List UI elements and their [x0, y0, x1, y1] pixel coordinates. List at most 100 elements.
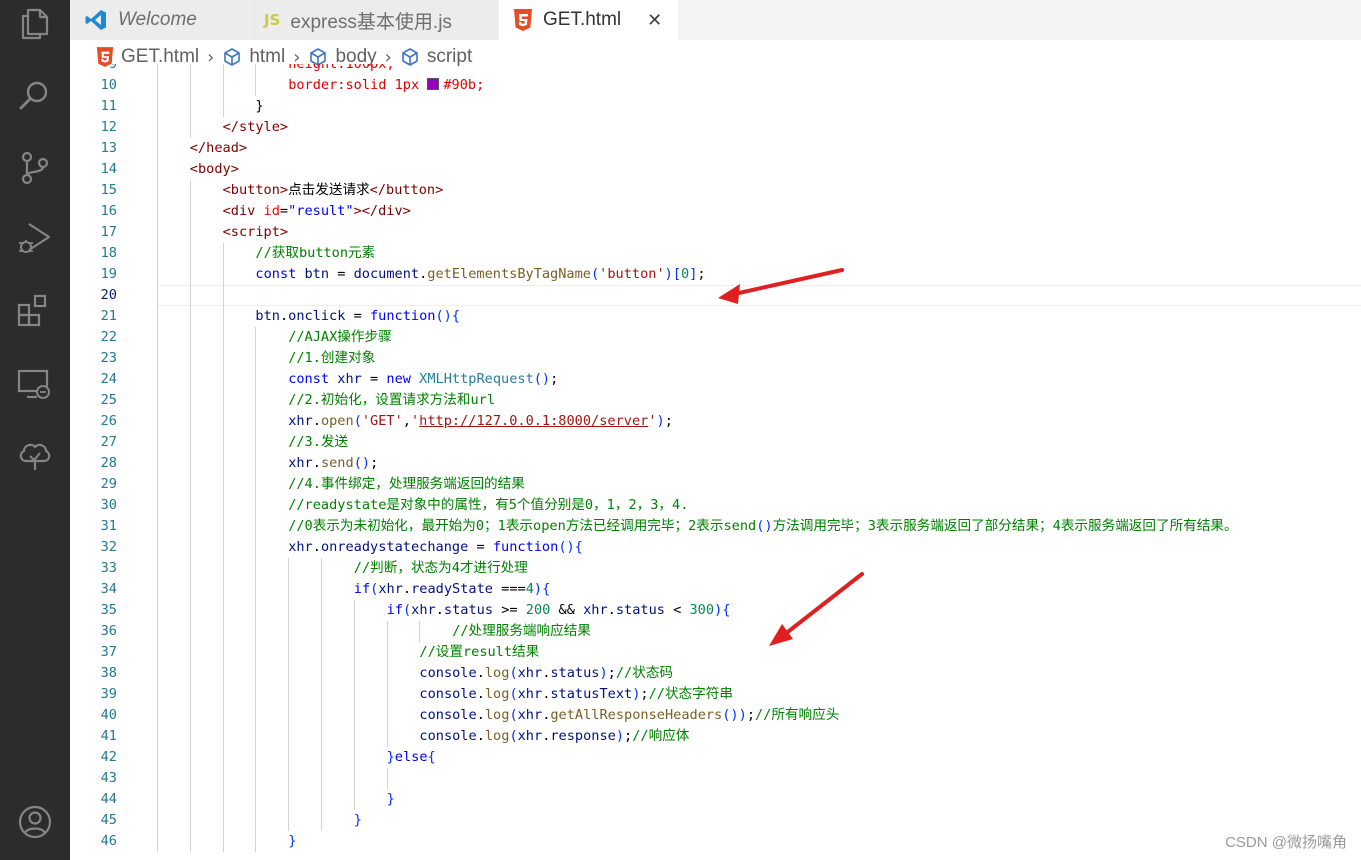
indent-guide	[222, 810, 224, 831]
explorer-icon[interactable]	[15, 4, 55, 44]
remote-explorer-icon[interactable]	[15, 364, 55, 404]
indent-guide	[255, 642, 257, 663]
code-token: )	[664, 266, 673, 282]
code-text: console.log(xhr.response);//响应体	[419, 726, 689, 747]
indent-guide	[189, 768, 191, 789]
code-token: {	[427, 749, 436, 765]
tree-icon[interactable]	[15, 436, 55, 476]
indent-guide	[288, 747, 290, 768]
code-line[interactable]: 13 </head>	[70, 138, 1361, 159]
code-line[interactable]: 14 <body>	[70, 159, 1361, 180]
code-line[interactable]: 36 //处理服务端响应结果	[70, 621, 1361, 642]
line-number: 23	[100, 350, 117, 366]
code-line[interactable]: 42}else{	[70, 747, 1361, 768]
tab-welcome[interactable]: Welcome	[70, 0, 250, 40]
code-line[interactable]: 12 </style>	[70, 117, 1361, 138]
code-line[interactable]: 39 console.log(xhr.statusText);//状态字符串	[70, 684, 1361, 705]
code-token: getAllResponseHeaders	[550, 707, 723, 723]
code-line[interactable]: 24 const xhr = new XMLHttpRequest();	[70, 369, 1361, 390]
code-token: xhr	[517, 686, 543, 702]
indent-guide	[189, 831, 191, 852]
code-line[interactable]: 29 //4.事件绑定，处理服务端返回的结果	[70, 474, 1361, 495]
code-line[interactable]: 40 console.log(xhr.getAllResponseHeaders(…	[70, 705, 1361, 726]
code-token: function	[492, 539, 559, 555]
code-token: //所有响应头	[755, 707, 840, 723]
indent-guide	[189, 474, 191, 495]
code-line[interactable]: 44}	[70, 789, 1361, 810]
indent-guide	[189, 642, 191, 663]
code-token: console	[419, 728, 477, 744]
code-line[interactable]: 16 <div id="result"></div>	[70, 201, 1361, 222]
indent-guide	[189, 579, 191, 600]
indent-guide	[255, 684, 257, 705]
indent-guide	[255, 600, 257, 621]
code-line[interactable]: 28 xhr.send();	[70, 453, 1361, 474]
code-line[interactable]: 41 console.log(xhr.response);//响应体	[70, 726, 1361, 747]
code-token: 方法调用完毕；3表示服务端返回了部分结果；4表示服务端返回了所有结果。	[772, 518, 1238, 534]
code-editor[interactable]: 9 height:100px; 10 border:solid 1px #90b; 11…	[70, 64, 1361, 860]
tab-express[interactable]: JS express基本使用.js	[250, 0, 499, 40]
code-line[interactable]: 30 //readystate是对象中的属性，有5个值分别是0，1，2，3，4.	[70, 495, 1361, 516]
code-line[interactable]: 10 border:solid 1px #90b;	[70, 75, 1361, 96]
code-token: ()	[353, 455, 371, 471]
color-swatch[interactable]	[427, 78, 440, 90]
code-token: ;	[607, 665, 616, 681]
code-token: //设置result结果	[419, 644, 540, 660]
code-text: }	[288, 831, 296, 852]
indent-guide	[353, 768, 355, 789]
line-number: 41	[100, 728, 117, 744]
code-line[interactable]: 38 console.log(xhr.status);//状态码	[70, 663, 1361, 684]
indent-guide	[222, 726, 224, 747]
code-line[interactable]: 27 //3.发送	[70, 432, 1361, 453]
indent-guide	[189, 411, 191, 432]
code-token: (){	[435, 308, 461, 324]
code-token: }	[255, 98, 264, 114]
code-line[interactable]: 25 //2.初始化，设置请求方法和url	[70, 390, 1361, 411]
code-line[interactable]: 15 <button>点击发送请求</button>	[70, 180, 1361, 201]
line-number: 43	[100, 770, 117, 786]
indent-guide	[288, 579, 290, 600]
code-text: //3.发送	[288, 432, 348, 453]
indent-guide	[255, 789, 257, 810]
code-line[interactable]: 34 if(xhr.readyState ===4){	[70, 579, 1361, 600]
code-token: '	[410, 413, 420, 429]
code-line[interactable]: 31 //0表示为未初始化，最开始为0；1表示open方法已经调用完毕；2表示se…	[70, 516, 1361, 537]
code-line[interactable]: 45}	[70, 810, 1361, 831]
code-text: border:solid 1px #90b;	[288, 75, 484, 96]
code-line[interactable]: 26 xhr.open('GET','http://127.0.0.1:8000/…	[70, 411, 1361, 432]
code-text: <body>	[190, 159, 239, 180]
run-debug-icon[interactable]	[15, 218, 55, 258]
indent-guide	[386, 663, 388, 684]
account-icon[interactable]	[15, 802, 55, 842]
code-line[interactable]: 17 <script>	[70, 222, 1361, 243]
indent-guide	[353, 789, 355, 810]
js-icon: JS	[264, 11, 281, 29]
code-line[interactable]: 35 if(xhr.status >= 200 && xhr.status < 3…	[70, 600, 1361, 621]
code-token: >=	[493, 602, 526, 618]
close-icon[interactable]: ✕	[647, 10, 662, 31]
code-line[interactable]: 37 //设置result结果	[70, 642, 1361, 663]
indent-guide	[189, 64, 191, 75]
indent-guide	[222, 369, 224, 390]
code-line[interactable]: 33 //判断，状态为4才进行处理	[70, 558, 1361, 579]
source-control-icon[interactable]	[15, 148, 55, 188]
indent-guide	[353, 705, 355, 726]
code-line[interactable]: 46}	[70, 831, 1361, 852]
code-line[interactable]: 32 xhr.onreadystatechange = function(){	[70, 537, 1361, 558]
code-line[interactable]: 9 height:100px;	[70, 64, 1361, 75]
indent-guide	[222, 243, 224, 264]
code-line[interactable]: 22 //AJAX操作步骤	[70, 327, 1361, 348]
indent-guide	[222, 264, 224, 285]
indent-guide	[157, 390, 158, 411]
search-icon[interactable]	[15, 76, 55, 116]
code-line[interactable]: 18 //获取button元素	[70, 243, 1361, 264]
code-line[interactable]: 11}	[70, 96, 1361, 117]
extensions-icon[interactable]	[15, 291, 55, 331]
code-token: id	[263, 203, 280, 219]
indent-guide	[222, 579, 224, 600]
tab-label: express基本使用.js	[290, 11, 452, 33]
code-line[interactable]: 43	[70, 768, 1361, 789]
tab-get-html[interactable]: GET.html ✕	[499, 0, 679, 40]
code-line[interactable]: 23 //1.创建对象	[70, 348, 1361, 369]
indent-guide	[288, 642, 290, 663]
